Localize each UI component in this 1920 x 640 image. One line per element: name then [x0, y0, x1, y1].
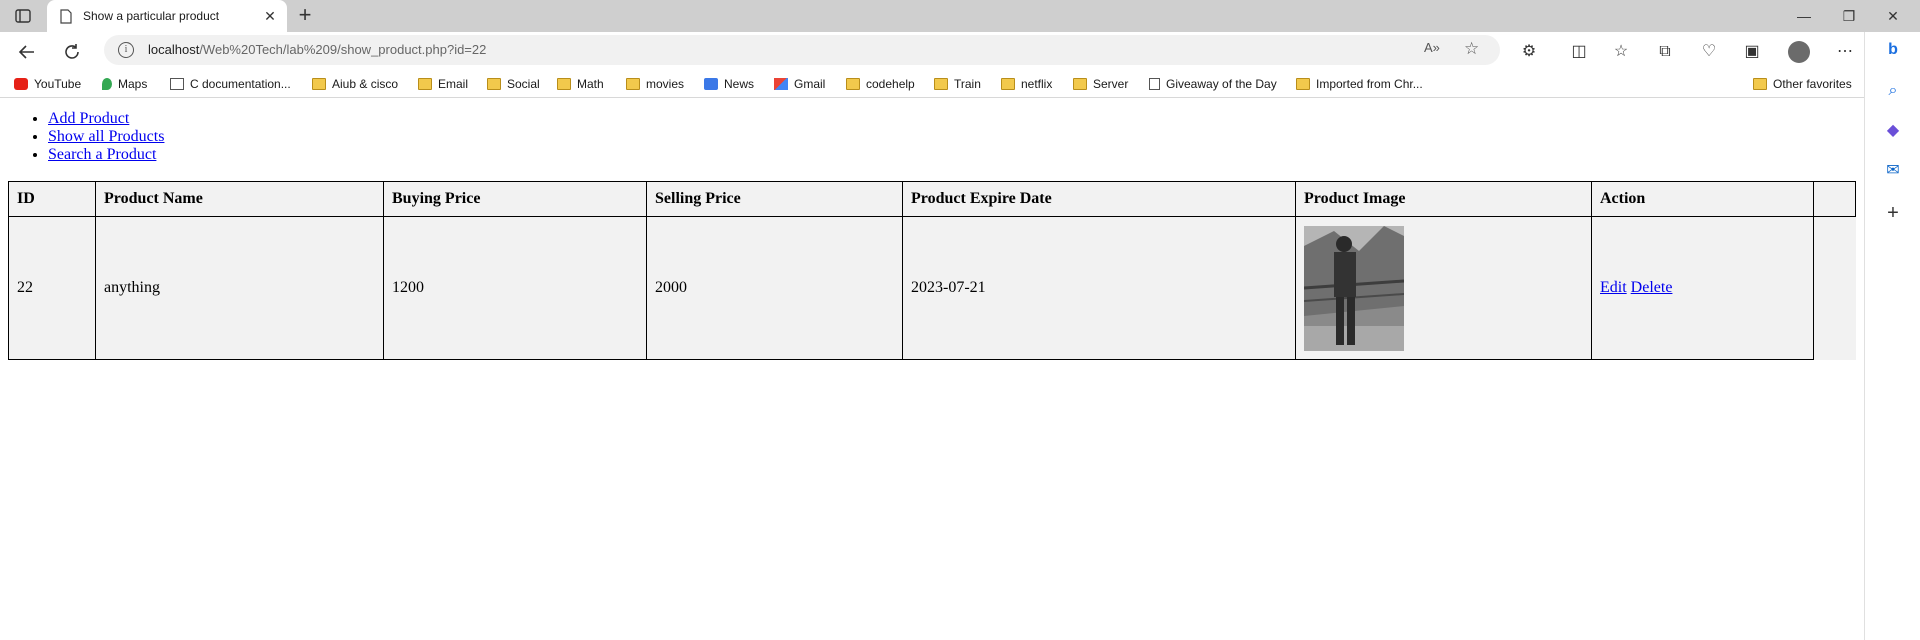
folder-icon: [557, 78, 571, 90]
folder-icon: [1001, 78, 1015, 90]
folder-icon: [418, 78, 432, 90]
bookmark-giveaway[interactable]: Giveaway of the Day: [1149, 75, 1277, 93]
refresh-icon[interactable]: [61, 41, 83, 63]
cell-empty: [1814, 217, 1856, 360]
bookmark-social[interactable]: Social: [487, 75, 540, 93]
new-tab-icon[interactable]: +: [294, 4, 316, 27]
close-tab-icon[interactable]: ✕: [261, 7, 279, 25]
address-bar[interactable]: i localhost/Web%20Tech/lab%209/show_prod…: [104, 35, 1500, 65]
search-icon[interactable]: ⌕: [1881, 79, 1905, 103]
nav-links: Add Product Show all Products Search a P…: [28, 110, 164, 164]
restore-icon[interactable]: ❐: [1838, 6, 1860, 26]
folder-icon: [846, 78, 860, 90]
close-window-icon[interactable]: ✕: [1882, 6, 1904, 26]
bookmark-netflix[interactable]: netflix: [1001, 75, 1052, 93]
header-id: ID: [8, 181, 96, 217]
other-favorites[interactable]: Other favorites: [1753, 75, 1852, 93]
bookmark-codehelp[interactable]: codehelp: [846, 75, 915, 93]
cell-buying-price: 1200: [383, 216, 647, 360]
cell-selling-price: 2000: [646, 216, 903, 360]
folder-icon: [1073, 78, 1087, 90]
show-all-products-link[interactable]: Show all Products: [48, 128, 164, 145]
active-tab[interactable]: Show a particular product ✕: [47, 0, 287, 32]
screenshot-icon[interactable]: ▣: [1741, 41, 1763, 63]
nav-item: Add Product: [48, 110, 164, 128]
folder-icon: [487, 78, 501, 90]
page-icon: [60, 9, 72, 24]
bookmark-c-docs[interactable]: C documentation...: [170, 75, 291, 93]
more-menu-icon[interactable]: ⋯: [1834, 41, 1856, 63]
product-table: ID Product Name Buying Price Selling Pri…: [8, 181, 1856, 360]
extensions-icon[interactable]: ⚙: [1518, 41, 1540, 63]
page-content: Add Product Show all Products Search a P…: [0, 99, 1864, 640]
page-icon: [1149, 78, 1160, 90]
outlook-icon[interactable]: ✉: [1881, 159, 1905, 183]
bookmark-math[interactable]: Math: [557, 75, 604, 93]
bookmark-youtube[interactable]: YouTube: [14, 75, 81, 93]
header-empty: [1813, 181, 1856, 217]
cell-expire-date: 2023-07-21: [902, 216, 1296, 360]
edit-link[interactable]: Edit: [1600, 279, 1627, 296]
youtube-icon: [14, 78, 28, 90]
bookmark-news[interactable]: News: [704, 75, 754, 93]
browser-toolbar: i localhost/Web%20Tech/lab%209/show_prod…: [0, 32, 1864, 70]
table-row: 22 anything 1200 2000 2023-07-21 Edit De…: [8, 216, 1856, 360]
split-screen-icon[interactable]: ◫: [1568, 41, 1590, 63]
page-icon: [170, 78, 184, 90]
folder-icon: [1753, 78, 1767, 90]
nav-item: Search a Product: [48, 146, 164, 164]
bookmark-maps[interactable]: Maps: [102, 75, 147, 93]
office-icon[interactable]: ◆: [1881, 119, 1905, 143]
bookmark-email[interactable]: Email: [418, 75, 468, 93]
cell-id: 22: [8, 216, 96, 360]
header-product-image: Product Image: [1295, 181, 1592, 217]
header-action: Action: [1591, 181, 1814, 217]
bookmark-imported[interactable]: Imported from Chr...: [1296, 75, 1423, 93]
add-product-link[interactable]: Add Product: [48, 110, 129, 127]
cell-product-name: anything: [95, 216, 384, 360]
table-header-row: ID Product Name Buying Price Selling Pri…: [8, 181, 1856, 217]
bookmark-movies[interactable]: movies: [626, 75, 684, 93]
favorite-star-icon[interactable]: ☆: [1464, 39, 1479, 59]
search-product-link[interactable]: Search a Product: [48, 146, 156, 163]
bookmarks-bar: YouTube Maps C documentation... Aiub & c…: [0, 70, 1864, 98]
url-text: localhost/Web%20Tech/lab%209/show_produc…: [148, 42, 487, 57]
minimize-icon[interactable]: —: [1793, 6, 1815, 26]
collections-icon[interactable]: ⧉: [1654, 41, 1676, 63]
tab-actions-icon[interactable]: [10, 6, 36, 26]
header-selling-price: Selling Price: [646, 181, 903, 217]
cell-product-image: [1295, 216, 1592, 360]
header-product-name: Product Name: [95, 181, 384, 217]
folder-icon: [1296, 78, 1310, 90]
gmail-icon: [774, 78, 788, 90]
add-sidebar-app-icon[interactable]: +: [1881, 201, 1905, 225]
bookmark-server[interactable]: Server: [1073, 75, 1128, 93]
profile-avatar[interactable]: [1788, 41, 1810, 63]
site-info-icon[interactable]: i: [118, 42, 134, 58]
tab-title: Show a particular product: [83, 9, 220, 23]
maps-icon: [102, 78, 112, 90]
nav-item: Show all Products: [48, 128, 164, 146]
bookmark-gmail[interactable]: Gmail: [774, 75, 825, 93]
header-expire-date: Product Expire Date: [902, 181, 1296, 217]
folder-icon: [312, 78, 326, 90]
header-buying-price: Buying Price: [383, 181, 647, 217]
tab-strip: Show a particular product ✕ + — ❐ ✕: [0, 0, 1920, 32]
folder-icon: [934, 78, 948, 90]
folder-icon: [626, 78, 640, 90]
edge-sidebar: b ⌕ ◆ ✉ +: [1864, 32, 1920, 640]
read-aloud-icon[interactable]: A»: [1424, 40, 1440, 55]
favorites-icon[interactable]: ☆: [1610, 41, 1632, 63]
news-icon: [704, 78, 718, 90]
cell-action: Edit Delete: [1591, 216, 1814, 360]
product-photo: [1304, 225, 1404, 351]
performance-icon[interactable]: ♡: [1698, 41, 1720, 63]
delete-link[interactable]: Delete: [1631, 279, 1673, 296]
back-icon[interactable]: [16, 41, 38, 63]
bookmark-train[interactable]: Train: [934, 75, 981, 93]
bing-copilot-icon[interactable]: b: [1881, 38, 1905, 62]
bookmark-aiub-cisco[interactable]: Aiub & cisco: [312, 75, 398, 93]
